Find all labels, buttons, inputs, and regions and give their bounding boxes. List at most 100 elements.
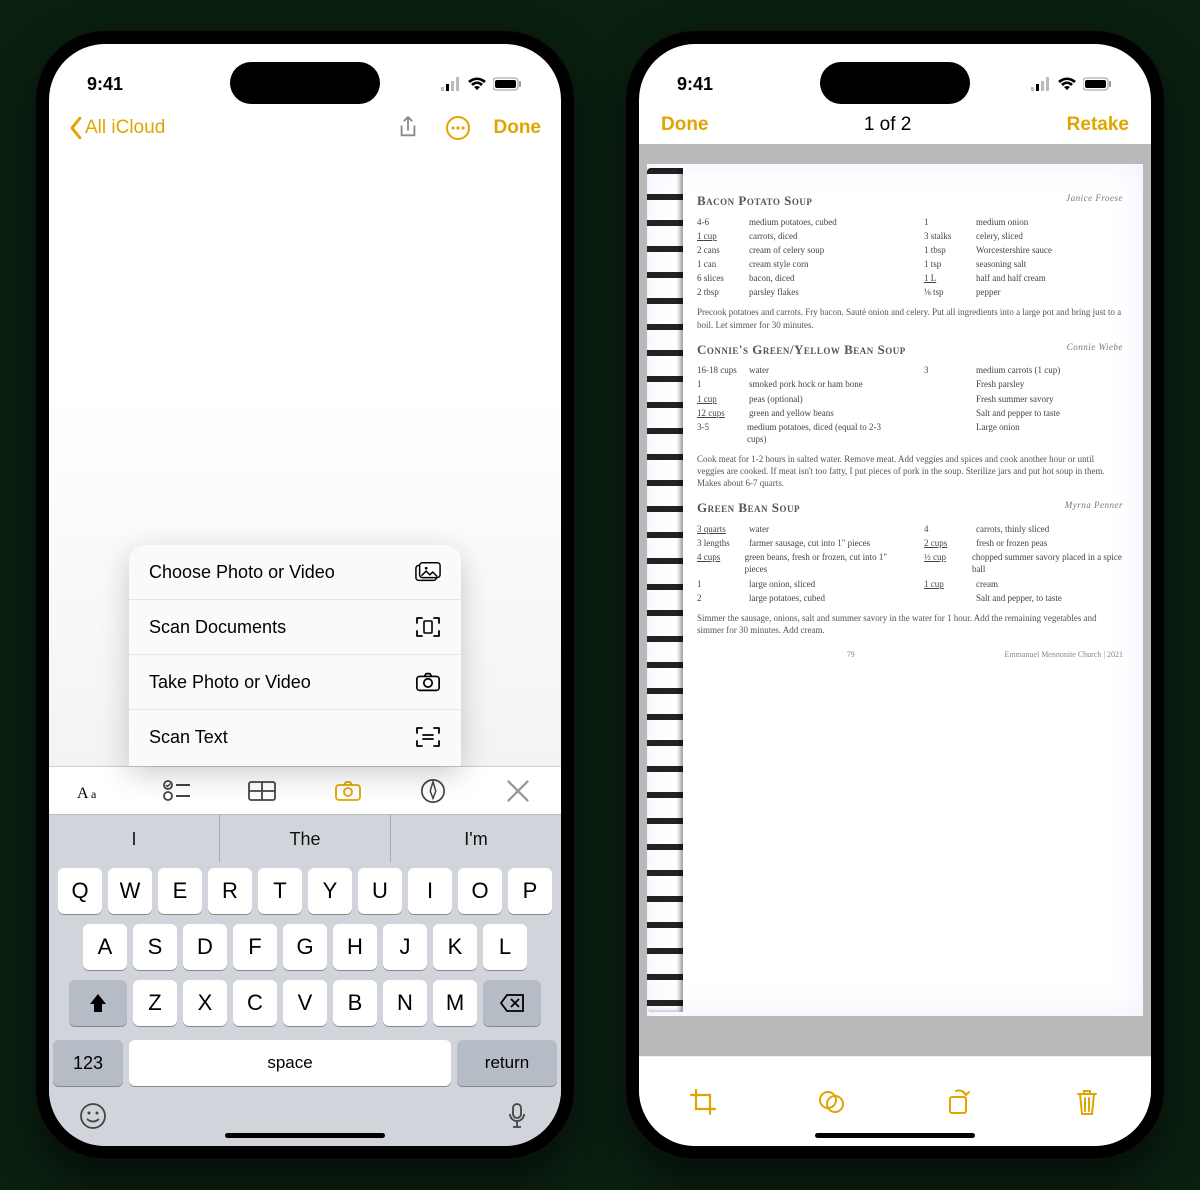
menu-label: Choose Photo or Video [149, 562, 335, 583]
recipe-instructions: Simmer the sausage, onions, salt and sum… [697, 612, 1123, 636]
battery-icon [1083, 77, 1113, 91]
dynamic-island [820, 62, 970, 104]
key-t[interactable]: T [258, 868, 302, 914]
key-c[interactable]: C [233, 980, 277, 1026]
recipe-title: Connie's Green/Yellow Bean SoupConnie Wi… [697, 341, 1123, 359]
text-format-icon[interactable]: Aa [77, 778, 107, 804]
key-v[interactable]: V [283, 980, 327, 1026]
emoji-icon[interactable] [79, 1102, 107, 1130]
menu-scan-text[interactable]: Scan Text [129, 710, 461, 766]
ingredient-row: 1 cupcream [924, 578, 1123, 590]
close-toolbar-icon[interactable] [503, 778, 533, 804]
done-button[interactable]: Done [661, 114, 709, 136]
ingredient-row: ½ cupchopped summer savory placed in a s… [924, 551, 1123, 575]
note-body[interactable]: Choose Photo or Video Scan Documents Tak… [49, 150, 561, 766]
key-j[interactable]: J [383, 924, 427, 970]
notes-navbar: All iCloud Done [49, 104, 561, 150]
key-g[interactable]: G [283, 924, 327, 970]
home-indicator[interactable] [815, 1133, 975, 1138]
ingredient-row: 2 tbspparsley flakes [697, 286, 896, 298]
suggestion[interactable]: The [219, 815, 390, 862]
back-button[interactable]: All iCloud [69, 117, 394, 139]
key-q[interactable]: Q [58, 868, 102, 914]
key-u[interactable]: U [358, 868, 402, 914]
trash-icon[interactable] [1072, 1087, 1102, 1117]
home-indicator[interactable] [225, 1133, 385, 1138]
status-time: 9:41 [87, 74, 123, 95]
key-b[interactable]: B [333, 980, 377, 1026]
menu-take-photo[interactable]: Take Photo or Video [129, 655, 461, 710]
ingredient-row: 1large onion, sliced [697, 578, 896, 590]
key-f[interactable]: F [233, 924, 277, 970]
key-w[interactable]: W [108, 868, 152, 914]
key-s[interactable]: S [133, 924, 177, 970]
cell-signal-icon [441, 77, 461, 91]
more-button[interactable] [444, 114, 472, 142]
key-y[interactable]: Y [308, 868, 352, 914]
key-k[interactable]: K [433, 924, 477, 970]
dictation-icon[interactable] [503, 1102, 531, 1130]
ingredient-row: Fresh summer savory [924, 393, 1123, 405]
camera-attach-icon[interactable] [333, 778, 363, 804]
menu-label: Scan Text [149, 727, 228, 748]
ingredient-row: 1smoked pork hock or ham bone [697, 378, 896, 390]
ingredient-row: ⅛ tsppepper [924, 286, 1123, 298]
scan-preview[interactable]: Bacon Potato SoupJanice Froese 4-6medium … [639, 144, 1151, 1056]
crop-icon[interactable] [688, 1087, 718, 1117]
numbers-key[interactable]: 123 [53, 1040, 123, 1086]
shift-key[interactable] [69, 980, 127, 1026]
scanned-page: Bacon Potato SoupJanice Froese 4-6medium … [647, 164, 1143, 1016]
filter-icon[interactable] [816, 1087, 846, 1117]
space-key[interactable]: space [129, 1040, 451, 1086]
ingredient-row: 1 tspseasoning salt [924, 258, 1123, 270]
return-key[interactable]: return [457, 1040, 557, 1086]
key-p[interactable]: P [508, 868, 552, 914]
key-l[interactable]: L [483, 924, 527, 970]
key-a[interactable]: A [83, 924, 127, 970]
delete-key[interactable] [483, 980, 541, 1026]
ingredient-row: 3 lengthsfarmer sausage, cut into 1" pie… [697, 537, 896, 549]
spiral-binding [647, 168, 683, 1012]
menu-choose-photo[interactable]: Choose Photo or Video [129, 545, 461, 600]
cell-signal-icon [1031, 77, 1051, 91]
ingredient-row: Large onion [924, 421, 1123, 433]
checklist-icon[interactable] [162, 778, 192, 804]
retake-button[interactable]: Retake [1067, 114, 1129, 136]
attach-menu: Choose Photo or Video Scan Documents Tak… [129, 545, 461, 766]
rotate-icon[interactable] [944, 1087, 974, 1117]
key-row-1: QWERTYUIOP [53, 868, 557, 914]
backspace-icon [499, 993, 525, 1013]
back-label: All iCloud [85, 117, 165, 139]
key-i[interactable]: I [408, 868, 452, 914]
ingredient-row: 1medium onion [924, 216, 1123, 228]
markup-icon[interactable] [418, 778, 448, 804]
done-button[interactable]: Done [494, 117, 542, 139]
key-d[interactable]: D [183, 924, 227, 970]
table-icon[interactable] [247, 778, 277, 804]
scan-document-icon [415, 616, 441, 638]
ingredient-row: Salt and pepper, to taste [924, 592, 1123, 604]
svg-text:A: A [77, 785, 89, 802]
status-indicators [441, 77, 523, 91]
key-x[interactable]: X [183, 980, 227, 1026]
suggestion[interactable]: I'm [390, 815, 561, 862]
key-n[interactable]: N [383, 980, 427, 1026]
camera-icon [415, 671, 441, 693]
wifi-icon [1057, 77, 1077, 91]
key-r[interactable]: R [208, 868, 252, 914]
key-h[interactable]: H [333, 924, 377, 970]
menu-scan-documents[interactable]: Scan Documents [129, 600, 461, 655]
key-m[interactable]: M [433, 980, 477, 1026]
share-icon [397, 115, 419, 141]
key-row-2: ASDFGHJKL [53, 924, 557, 970]
ingredient-columns: 4-6medium potatoes, cubed1 cupcarrots, d… [697, 216, 1123, 301]
ingredient-row: Salt and pepper to taste [924, 407, 1123, 419]
key-e[interactable]: E [158, 868, 202, 914]
ingredient-row: 1 tbspWorcestershire sauce [924, 244, 1123, 256]
recipe-title: Bacon Potato SoupJanice Froese [697, 192, 1123, 210]
page-footer: 79Emmanuel Mennonite Church | 2021 [697, 650, 1123, 661]
key-z[interactable]: Z [133, 980, 177, 1026]
suggestion[interactable]: I [49, 815, 219, 862]
key-o[interactable]: O [458, 868, 502, 914]
share-button[interactable] [394, 114, 422, 142]
